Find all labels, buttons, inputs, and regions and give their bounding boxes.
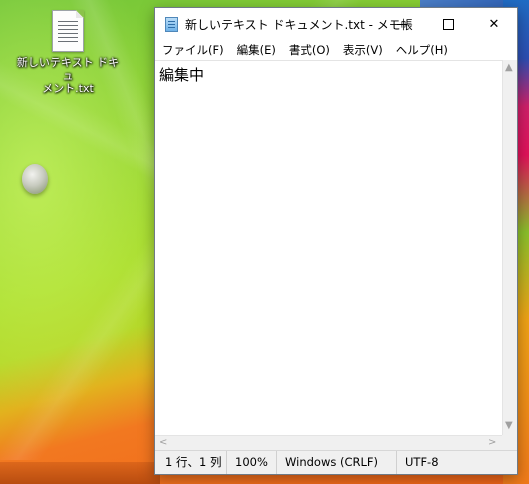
- encoding: UTF-8: [396, 451, 517, 474]
- minimize-button[interactable]: [379, 8, 425, 40]
- desktop-file-label: 新しいテキスト ドキュ メント.txt: [16, 56, 120, 95]
- menu-help[interactable]: ヘルプ(H): [389, 40, 454, 60]
- maximize-button[interactable]: [425, 8, 471, 40]
- title-bar[interactable]: 新しいテキスト ドキュメント.txt - メモ帳 ✕: [155, 8, 517, 40]
- scroll-down-icon[interactable]: ▼: [505, 420, 513, 431]
- notepad-icon[interactable]: [165, 17, 178, 32]
- cursor-position: 1 行、1 列: [165, 455, 222, 469]
- wallpaper-segment: [0, 462, 160, 484]
- status-bar: 1 行、1 列 100% Windows (CRLF) UTF-8: [155, 450, 517, 474]
- notepad-window: 新しいテキスト ドキュメント.txt - メモ帳 ✕ ファイル(F) 編集(E)…: [154, 7, 518, 475]
- maximize-icon: [442, 18, 454, 30]
- minimize-icon: [397, 23, 407, 25]
- scroll-left-icon[interactable]: <: [159, 437, 167, 448]
- scroll-up-icon[interactable]: ▲: [505, 62, 513, 73]
- zoom-level: 100%: [226, 451, 276, 474]
- menu-view[interactable]: 表示(V): [336, 40, 389, 60]
- menu-edit[interactable]: 編集(E): [230, 40, 282, 60]
- desktop-file-icon[interactable]: 新しいテキスト ドキュ メント.txt: [16, 10, 120, 95]
- vertical-scrollbar[interactable]: ▲ ▼: [502, 60, 517, 435]
- scroll-right-icon[interactable]: >: [488, 437, 496, 448]
- menu-format[interactable]: 書式(O): [282, 40, 336, 60]
- close-button[interactable]: ✕: [471, 8, 517, 40]
- horizontal-scrollbar[interactable]: < >: [155, 435, 502, 450]
- scrollbar-corner: [502, 435, 517, 450]
- text-file-icon: [52, 10, 84, 52]
- line-ending: Windows (CRLF): [276, 451, 396, 474]
- umbrella-hub: [22, 164, 48, 194]
- menu-bar: ファイル(F) 編集(E) 書式(O) 表示(V) ヘルプ(H): [155, 40, 517, 60]
- close-icon: ✕: [488, 16, 500, 32]
- menu-file[interactable]: ファイル(F): [155, 40, 230, 60]
- text-editor[interactable]: 編集中: [155, 60, 502, 435]
